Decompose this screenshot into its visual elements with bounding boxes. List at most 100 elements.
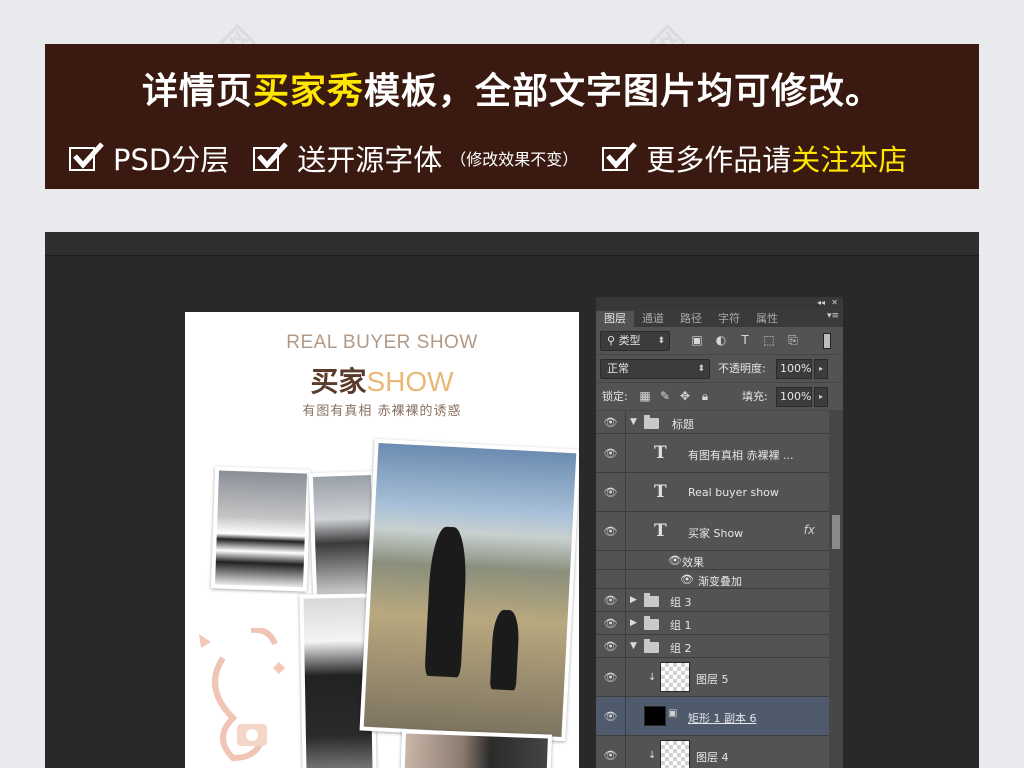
poster-subtitle: 有图有真相 赤裸裸的诱惑 bbox=[302, 404, 462, 419]
layer-group[interactable]: 👁︎ ▶ 组 1 bbox=[596, 612, 829, 635]
tab-paths[interactable]: 路径 bbox=[672, 311, 710, 327]
blend-row: 正常 ⬍ 不透明度: 100% ▸ bbox=[596, 355, 843, 383]
layer-group-title[interactable]: 👁︎ ▼ 标题 bbox=[596, 411, 829, 434]
poster-english-title: REAL BUYER SHOW bbox=[286, 332, 478, 353]
lock-label: 锁定: bbox=[602, 390, 628, 403]
tab-properties[interactable]: 属性 bbox=[748, 311, 786, 327]
camera-doodle-icon bbox=[199, 628, 285, 762]
visibility-eye-icon[interactable]: 👁︎ bbox=[596, 589, 626, 611]
clipping-mask-icon: ↓ bbox=[648, 750, 657, 761]
collapse-arrow-icon[interactable]: ▶ bbox=[630, 618, 637, 628]
lock-brush-icon[interactable]: ✎ bbox=[658, 389, 672, 403]
layer-group[interactable]: 👁︎ ▼ 组 2 bbox=[596, 635, 829, 658]
promo-banner: 详情页买家秀模板，全部文字图片均可修改。 PSD分层 送开源字体 （修改效果不变… bbox=[45, 44, 979, 189]
tab-channels[interactable]: 通道 bbox=[634, 311, 672, 327]
folder-icon bbox=[644, 415, 659, 429]
layer-effect-gradient-overlay[interactable]: 👁︎ 渐变叠加 bbox=[596, 570, 829, 589]
visibility-eye-icon[interactable] bbox=[596, 551, 626, 569]
eye-icon[interactable]: 👁︎ bbox=[680, 573, 694, 586]
chevron-updown-icon: ⬍ bbox=[697, 364, 705, 374]
opacity-input[interactable]: 100% bbox=[776, 359, 812, 379]
checkbox-checked-icon bbox=[69, 142, 104, 173]
layer-group[interactable]: 👁︎ ▶ 组 3 bbox=[596, 589, 829, 612]
visibility-eye-icon[interactable] bbox=[596, 570, 626, 588]
lock-transparency-icon[interactable]: ▦ bbox=[638, 389, 652, 403]
tab-character[interactable]: 字符 bbox=[710, 311, 748, 327]
layer-text[interactable]: 👁︎ T 买家 Show fx bbox=[596, 512, 829, 551]
blend-mode-dropdown[interactable]: 正常 ⬍ bbox=[600, 359, 710, 379]
document-tab-bar bbox=[45, 232, 979, 256]
collapse-arrow-icon[interactable]: ▶ bbox=[630, 595, 637, 605]
lock-all-icon[interactable]: 🔒︎ bbox=[698, 389, 712, 403]
filter-toggle[interactable] bbox=[823, 333, 831, 349]
panel-title-bar: ◂◂ ✕ bbox=[596, 297, 843, 309]
text-layer-icon: T bbox=[654, 521, 667, 541]
visibility-eye-icon[interactable]: 👁︎ bbox=[596, 434, 626, 472]
fill-label: 填充: bbox=[742, 390, 768, 403]
checkbox-checked-icon bbox=[602, 142, 638, 173]
buyer-photo-main bbox=[359, 438, 579, 742]
visibility-eye-icon[interactable]: 👁︎ bbox=[596, 635, 626, 657]
close-icon[interactable]: ✕ bbox=[831, 297, 838, 309]
filter-smartobject-icon[interactable]: ⎘ bbox=[786, 333, 800, 347]
layer-thumbnail bbox=[660, 740, 690, 768]
layer-image[interactable]: 👁︎ ↓ 图层 4 bbox=[596, 736, 829, 768]
layer-shape-selected[interactable]: 👁︎ ▣ 矩形 1 副本 6 bbox=[596, 697, 829, 736]
layer-text[interactable]: 👁︎ T Real buyer show bbox=[596, 473, 829, 512]
layers-scrollbar[interactable] bbox=[829, 411, 843, 768]
visibility-eye-icon[interactable]: 👁︎ bbox=[596, 697, 626, 735]
layer-thumbnail bbox=[660, 662, 690, 692]
eye-icon[interactable]: 👁︎ bbox=[668, 554, 682, 567]
visibility-eye-icon[interactable]: 👁︎ bbox=[596, 411, 626, 433]
layer-effects-row[interactable]: 👁︎ 效果 bbox=[596, 551, 829, 570]
expand-arrow-icon[interactable]: ▼ bbox=[630, 417, 637, 427]
banner-title: 详情页买家秀模板，全部文字图片均可修改。 bbox=[141, 71, 883, 112]
document-canvas[interactable]: REAL BUYER SHOW 买家SHOW 有图有真相 赤裸裸的诱惑 bbox=[185, 312, 579, 768]
panel-tabs: 图层 通道 路径 字符 属性 ▾≡ bbox=[596, 309, 843, 327]
visibility-eye-icon[interactable]: 👁︎ bbox=[596, 658, 626, 696]
visibility-eye-icon[interactable]: 👁︎ bbox=[596, 473, 626, 511]
chevron-updown-icon: ⬍ bbox=[657, 336, 665, 346]
folder-icon bbox=[644, 593, 659, 607]
checkbox-checked-icon bbox=[253, 142, 289, 173]
search-icon: ⚲ bbox=[607, 334, 619, 347]
poster-main-title: 买家SHOW bbox=[310, 365, 454, 398]
visibility-eye-icon[interactable]: 👁︎ bbox=[596, 736, 626, 768]
filter-type-dropdown[interactable]: ⚲ 类型 ⬍ bbox=[600, 331, 670, 351]
text-layer-icon: T bbox=[654, 443, 667, 463]
tab-layers[interactable]: 图层 bbox=[596, 311, 634, 327]
visibility-eye-icon[interactable]: 👁︎ bbox=[596, 512, 626, 550]
opacity-label: 不透明度: bbox=[718, 362, 766, 375]
lock-row: 锁定: ▦ ✎ ✥ 🔒︎ 填充: 100% ▸ bbox=[596, 383, 843, 411]
layer-image[interactable]: 👁︎ ↓ 图层 5 bbox=[596, 658, 829, 697]
banner-features: PSD分层 送开源字体 （修改效果不变） 更多作品请 关注本店 bbox=[69, 137, 931, 179]
panel-menu-icon[interactable]: ▾≡ bbox=[827, 311, 839, 321]
scrollbar-thumb[interactable] bbox=[832, 515, 840, 549]
buyer-photo bbox=[399, 729, 553, 768]
filter-pixel-icon[interactable]: ▣ bbox=[690, 333, 704, 347]
filter-shape-icon[interactable]: ⬚ bbox=[762, 333, 776, 347]
layer-effects-icon[interactable]: fx bbox=[804, 523, 815, 537]
visibility-eye-icon[interactable]: 👁︎ bbox=[596, 612, 626, 634]
folder-icon bbox=[644, 639, 659, 653]
feature-open-fonts: 送开源字体 （修改效果不变） bbox=[253, 137, 578, 179]
layers-panel: ◂◂ ✕ 图层 通道 路径 字符 属性 ▾≡ ⚲ 类型 ⬍ ▣ ◐ T ⬚ ⎘ 正… bbox=[595, 296, 844, 768]
layers-list: 👁︎ ▼ 标题 👁︎ T 有图有真相 赤裸裸 ... 👁︎ T Real buy… bbox=[596, 411, 829, 768]
text-layer-icon: T bbox=[654, 482, 667, 502]
buyer-photo bbox=[210, 466, 312, 592]
layer-text[interactable]: 👁︎ T 有图有真相 赤裸裸 ... bbox=[596, 434, 829, 473]
lock-move-icon[interactable]: ✥ bbox=[678, 389, 692, 403]
feature-more-works: 更多作品请 关注本店 bbox=[602, 137, 907, 179]
opacity-slider-button[interactable]: ▸ bbox=[814, 359, 828, 379]
filter-type-icon[interactable]: T bbox=[738, 333, 752, 347]
folder-icon bbox=[644, 616, 659, 630]
expand-arrow-icon[interactable]: ▼ bbox=[630, 641, 637, 651]
clipping-mask-icon: ↓ bbox=[648, 672, 657, 683]
filter-adjustment-icon[interactable]: ◐ bbox=[714, 333, 728, 347]
layer-thumbnail bbox=[644, 706, 666, 726]
fill-slider-button[interactable]: ▸ bbox=[814, 387, 828, 407]
collapse-icon[interactable]: ◂◂ bbox=[817, 297, 825, 309]
photoshop-workspace: REAL BUYER SHOW 买家SHOW 有图有真相 赤裸裸的诱惑 ◂◂ ✕… bbox=[45, 232, 979, 768]
fill-input[interactable]: 100% bbox=[776, 387, 812, 407]
vector-mask-icon: ▣ bbox=[668, 708, 678, 719]
